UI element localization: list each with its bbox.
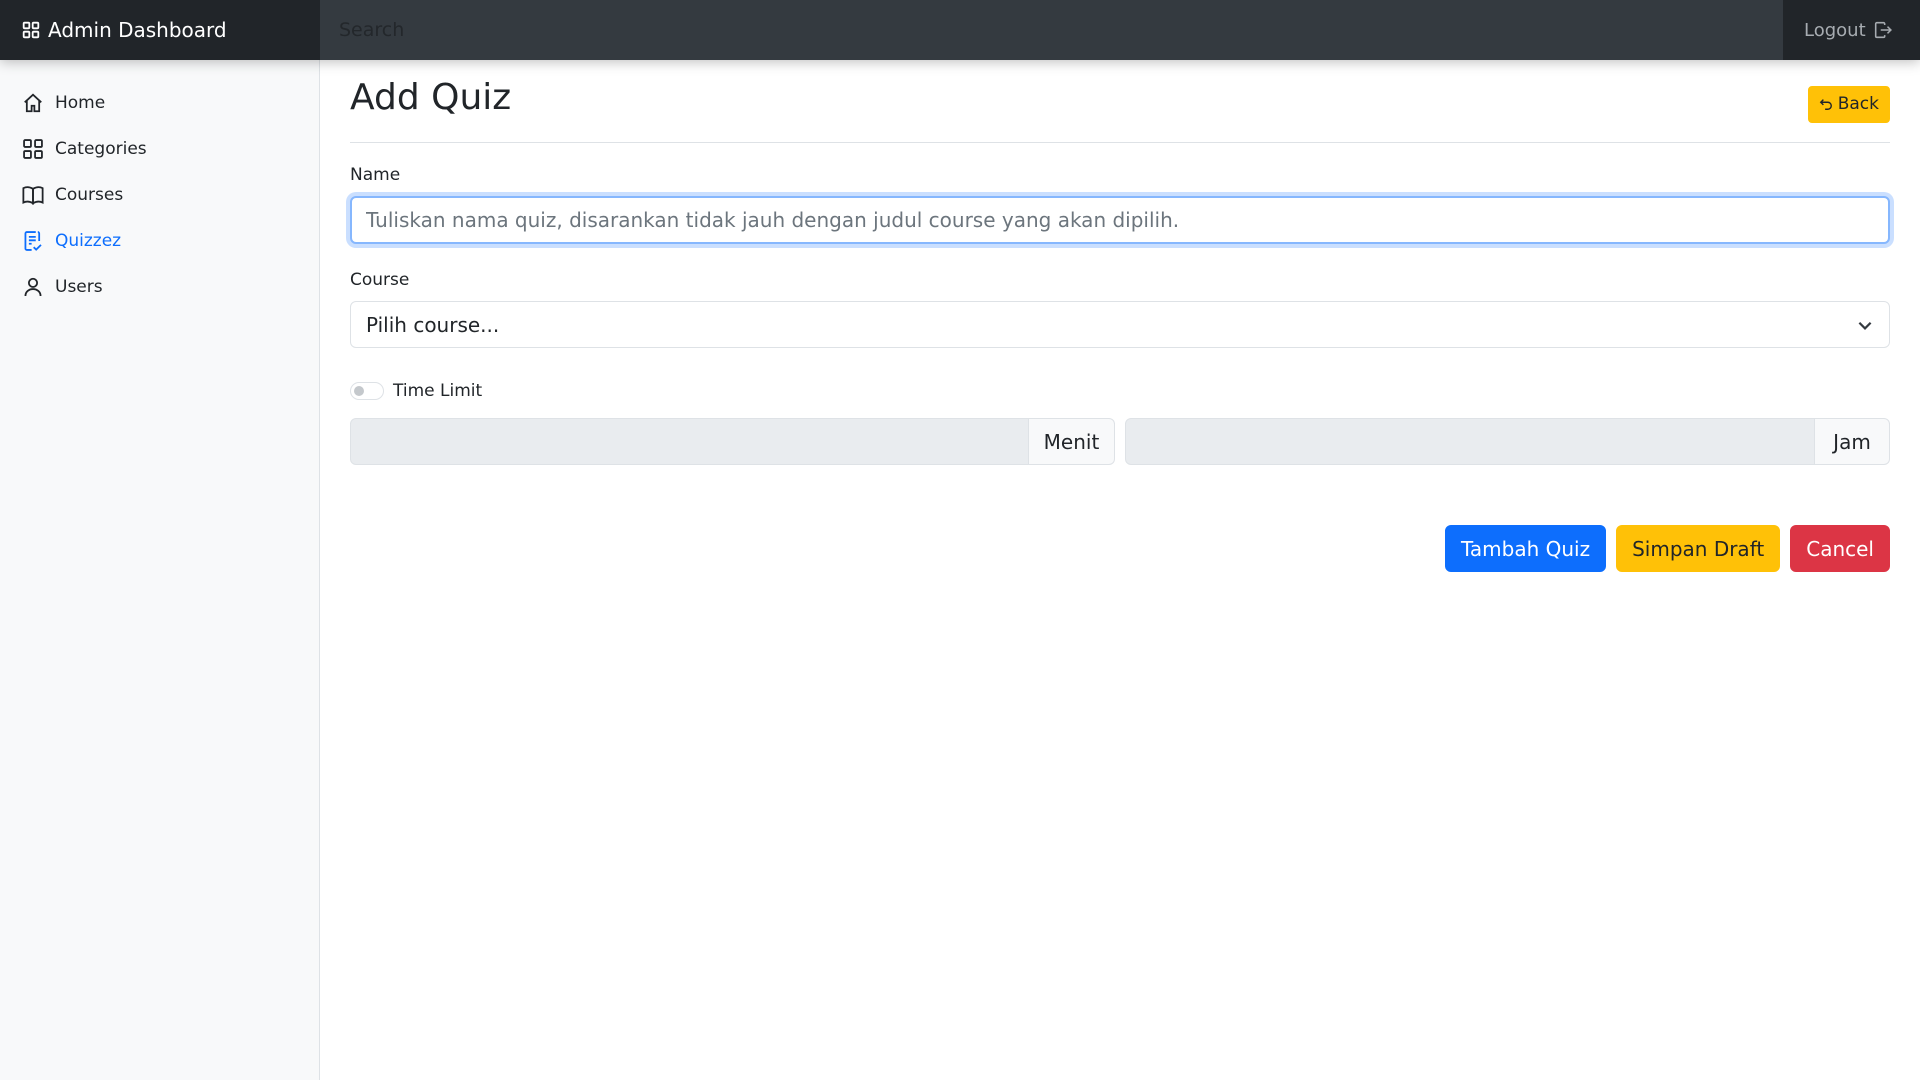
- sidebar-item-label: Courses: [55, 185, 124, 205]
- page-header: Add Quiz Back: [350, 60, 1890, 143]
- save-draft-button[interactable]: Simpan Draft: [1616, 525, 1781, 572]
- hours-input[interactable]: [1125, 418, 1815, 465]
- logout-label: Logout: [1804, 19, 1866, 41]
- sidebar-item-home[interactable]: Home: [0, 80, 319, 126]
- name-label: Name: [350, 165, 401, 185]
- page-title: Add Quiz: [350, 76, 512, 118]
- time-inputs: Menit Jam: [350, 418, 1890, 465]
- grid-icon: [23, 139, 43, 159]
- house-icon: [24, 93, 42, 113]
- minutes-unit: Menit: [1029, 418, 1115, 465]
- sidebar-item-label: Quizzez: [55, 231, 122, 251]
- main-content: Add Quiz Back Name Course Pilih course..…: [350, 60, 1890, 572]
- clipboard-check-icon: [24, 231, 42, 251]
- brand-link[interactable]: Admin Dashboard: [0, 0, 320, 60]
- hours-input-group: Jam: [1125, 418, 1890, 465]
- grid-icon: [22, 21, 40, 39]
- sidebar-item-quizzez[interactable]: Quizzez: [0, 218, 319, 264]
- quiz-name-input[interactable]: [350, 196, 1890, 244]
- minutes-input[interactable]: [350, 418, 1029, 465]
- time-limit-toggle[interactable]: [350, 382, 384, 400]
- brand-title: Admin Dashboard: [48, 18, 227, 42]
- sidebar-item-categories[interactable]: Categories: [0, 126, 319, 172]
- sidebar-item-courses[interactable]: Courses: [0, 172, 319, 218]
- top-navbar: Admin Dashboard Logout: [0, 0, 1920, 60]
- sidebar-item-label: Users: [55, 277, 103, 297]
- chevron-down-icon: [1858, 321, 1872, 330]
- time-limit-label: Time Limit: [393, 381, 483, 401]
- logout-icon: [1874, 21, 1892, 39]
- hours-unit: Jam: [1815, 418, 1890, 465]
- book-icon: [22, 186, 44, 205]
- form-actions: Tambah Quiz Simpan Draft Cancel: [350, 525, 1890, 572]
- course-select-value: Pilih course...: [366, 312, 500, 337]
- add-quiz-button[interactable]: Tambah Quiz: [1444, 525, 1607, 572]
- toggle-knob: [354, 386, 364, 396]
- minutes-input-group: Menit: [350, 418, 1115, 465]
- time-limit-row: Time Limit: [350, 380, 1890, 402]
- search-input[interactable]: [320, 0, 1783, 60]
- course-select[interactable]: Pilih course...: [350, 301, 1890, 348]
- sidebar-item-label: Categories: [55, 139, 147, 159]
- sidebar-item-label: Home: [55, 93, 106, 113]
- course-label: Course: [350, 270, 410, 290]
- sidebar: Home Categories Courses Quizzez Users: [0, 60, 320, 1080]
- logout-button[interactable]: Logout: [1783, 0, 1920, 60]
- back-button-label: Back: [1837, 94, 1879, 114]
- person-icon: [24, 277, 42, 297]
- return-arrow-icon: [1819, 99, 1832, 110]
- back-button[interactable]: Back: [1807, 85, 1890, 123]
- cancel-button[interactable]: Cancel: [1790, 525, 1890, 572]
- sidebar-item-users[interactable]: Users: [0, 264, 319, 310]
